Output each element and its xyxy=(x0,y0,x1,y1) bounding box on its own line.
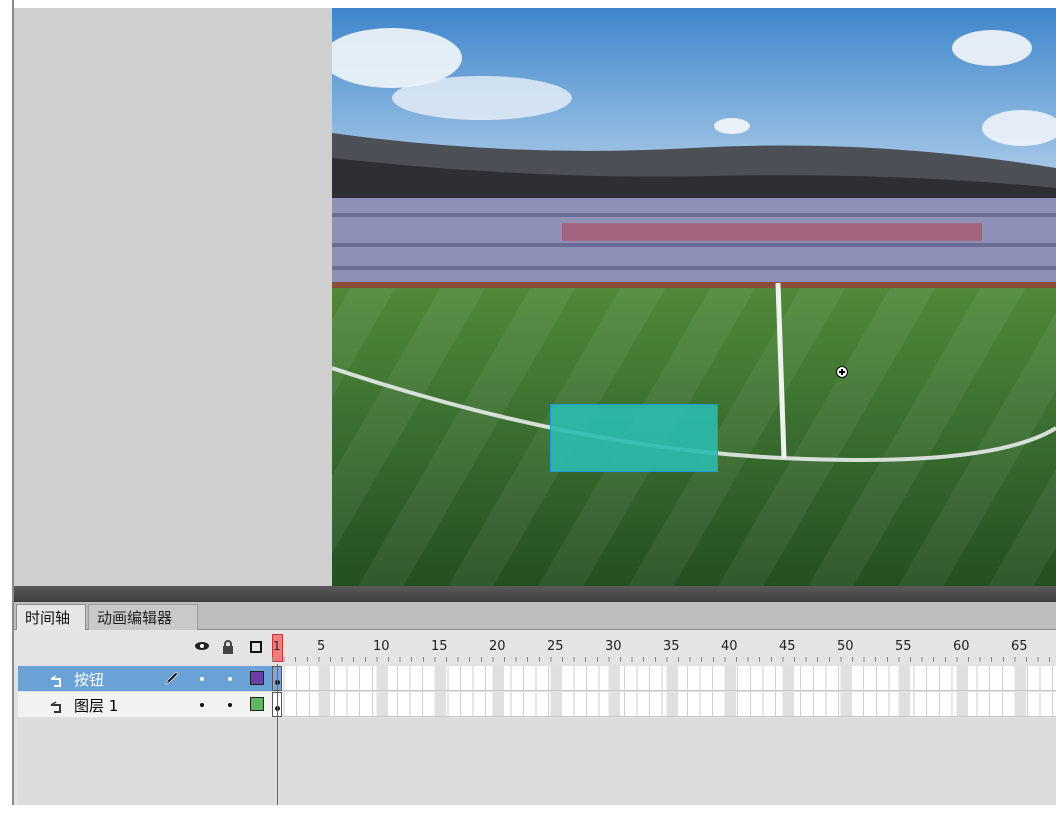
timeline-header: 1 5 10 15 20 25 30 35 40 45 50 55 60 65 xyxy=(14,630,1056,664)
ruler-number: 35 xyxy=(663,639,680,654)
layer-name[interactable]: 图层 1 xyxy=(74,695,118,716)
bottom-margin xyxy=(0,805,1056,837)
playhead-line xyxy=(277,664,278,806)
layer-icon xyxy=(50,672,62,687)
stadium-photo xyxy=(332,8,1056,586)
visibility-dot[interactable] xyxy=(200,703,204,707)
outline-icon[interactable] xyxy=(250,641,262,653)
ruler-number: 15 xyxy=(431,639,448,654)
layer-frames[interactable] xyxy=(272,666,1056,691)
tab-timeline[interactable]: 时间轴 xyxy=(16,604,86,630)
eye-icon[interactable] xyxy=(194,640,210,656)
layer-outline-color[interactable] xyxy=(250,697,264,711)
layer-row-layer1[interactable]: 图层 1 xyxy=(18,692,1056,717)
ruler-number: 25 xyxy=(547,639,564,654)
layers-empty-area[interactable] xyxy=(18,718,1056,806)
panel-titlebar[interactable] xyxy=(14,586,1056,602)
pencil-icon xyxy=(164,670,180,686)
lock-dot[interactable] xyxy=(228,703,232,707)
ruler-number: 45 xyxy=(779,639,796,654)
ruler-number: 55 xyxy=(895,639,912,654)
ruler-number: 30 xyxy=(605,639,622,654)
ruler-number: 65 xyxy=(1011,639,1028,654)
tab-bar: 时间轴 动画编辑器 xyxy=(14,602,1056,630)
layer-row-button[interactable]: 按钮 xyxy=(18,666,1056,691)
ruler-number: 20 xyxy=(489,639,506,654)
tab-motion-editor[interactable]: 动画编辑器 xyxy=(88,604,198,630)
layer-frames[interactable] xyxy=(272,692,1056,717)
lock-dot[interactable] xyxy=(228,677,232,681)
layer-name[interactable]: 按钮 xyxy=(74,669,104,690)
ruler-number: 60 xyxy=(953,639,970,654)
pasteboard[interactable] xyxy=(14,8,332,586)
ruler-number: 5 xyxy=(317,639,326,654)
layer-outline-color[interactable] xyxy=(250,671,264,685)
registration-point-icon xyxy=(836,366,848,378)
ruler-ticks xyxy=(272,657,1056,662)
ruler-number: 10 xyxy=(373,639,390,654)
visibility-dot[interactable] xyxy=(200,677,204,681)
ruler-number: 50 xyxy=(837,639,854,654)
layer-info[interactable]: 图层 1 xyxy=(18,692,272,717)
timeline-panel: 时间轴 动画编辑器 1 5 10 15 20 25 30 35 40 45 50… xyxy=(14,586,1056,806)
button-shape[interactable] xyxy=(550,404,718,472)
lock-icon[interactable] xyxy=(222,640,234,658)
ruler-number: 40 xyxy=(721,639,738,654)
frame-ruler[interactable]: 5 10 15 20 25 30 35 40 45 50 55 60 65 xyxy=(272,630,1056,664)
layer-info[interactable]: 按钮 xyxy=(18,666,272,691)
layer-icon xyxy=(50,698,62,713)
stage-canvas[interactable] xyxy=(332,8,1056,586)
